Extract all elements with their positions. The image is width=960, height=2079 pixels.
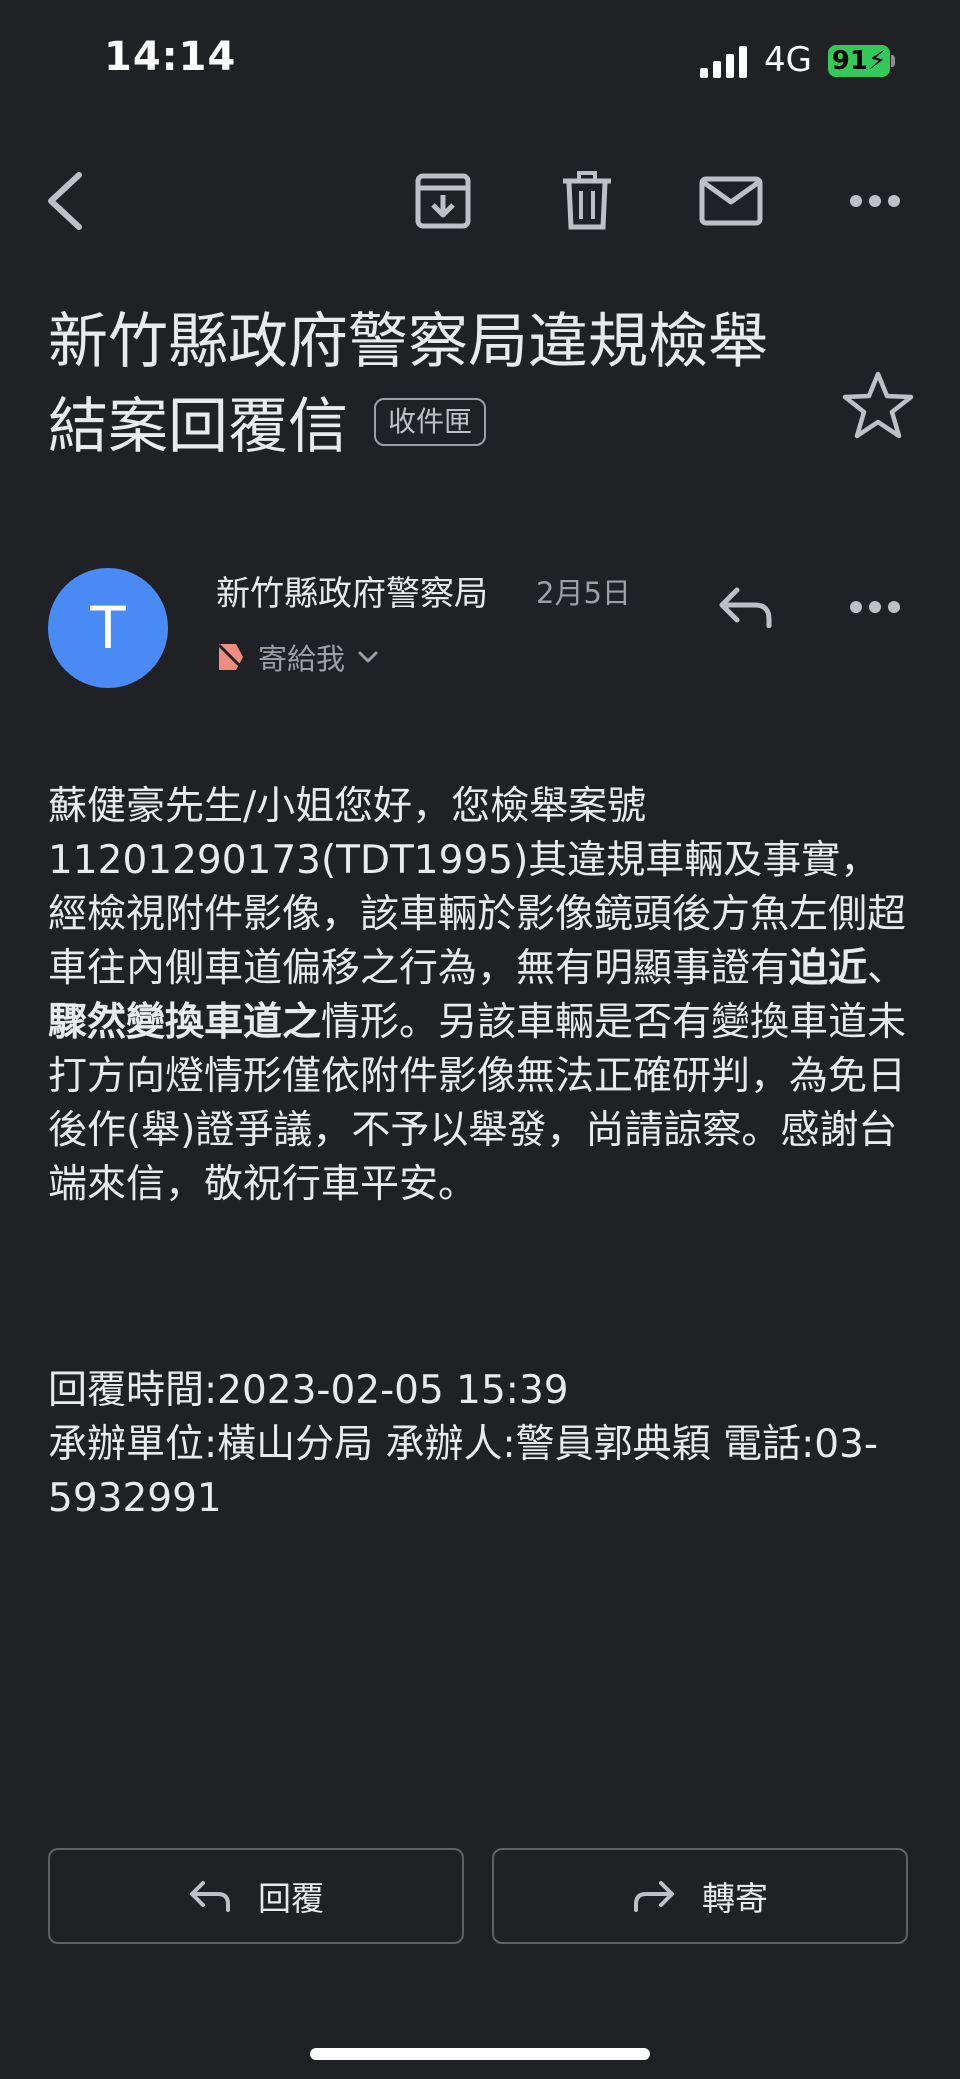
subject-line-1: 新竹縣政府警察局違規檢舉 (48, 307, 768, 377)
star-button[interactable] (840, 368, 916, 444)
home-indicator[interactable] (310, 2048, 650, 2060)
archive-icon (415, 173, 471, 229)
mark-unread-button[interactable] (696, 166, 766, 236)
inbox-label-badge[interactable]: 收件匣 (374, 398, 487, 447)
sender-name[interactable]: 新竹縣政府警察局 (216, 566, 488, 615)
reply-label: 回覆 (258, 1879, 324, 1918)
more-horizontal-icon (850, 195, 900, 207)
reply-icon-button[interactable] (710, 572, 780, 642)
reply-icon (719, 587, 772, 628)
important-tag-icon (217, 643, 245, 671)
status-time: 14:14 (104, 34, 237, 80)
email-date: 2月5日 (536, 576, 631, 610)
email-meta: 回覆時間:2023-02-05 15:39 承辦單位:橫山分局 承辦人:警員郭典… (48, 1364, 916, 1526)
reply-button[interactable]: 回覆 (48, 1848, 464, 1944)
body-text-1: 蘇健豪先生/小姐您好，您檢舉案號11201290173(TDT1995)其違規車… (48, 784, 907, 991)
reply-icon (190, 1881, 230, 1912)
network-type: 4G (764, 40, 812, 80)
delete-button[interactable] (552, 166, 622, 236)
recipient-text: 寄給我 (258, 642, 346, 676)
back-button[interactable] (30, 166, 100, 236)
body-bold-1: 迫近 (789, 946, 868, 991)
reply-time: 回覆時間:2023-02-05 15:39 (48, 1368, 569, 1413)
subject-line-2: 結案回覆信 收件匣 (48, 385, 808, 470)
archive-button[interactable] (408, 166, 478, 236)
trash-icon (563, 171, 611, 230)
body-separator: 、 (867, 946, 907, 991)
handler-info: 承辦單位:橫山分局 承辦人:警員郭典穎 電話:03-5932991 (48, 1422, 878, 1521)
subject-text: 結案回覆信 (48, 392, 348, 462)
more-options-button[interactable] (840, 166, 910, 236)
email-subject: 新竹縣政府警察局違規檢舉 結案回覆信 收件匣 (48, 300, 808, 470)
chevron-down-icon (358, 651, 378, 663)
recipient-row[interactable]: 寄給我 (216, 636, 379, 678)
battery-level: 91 (831, 46, 868, 76)
signal-strength-icon (700, 46, 747, 78)
forward-button[interactable]: 轉寄 (492, 1848, 908, 1944)
message-more-button[interactable] (840, 572, 910, 642)
more-horizontal-icon (850, 601, 900, 613)
email-body: 蘇健豪先生/小姐您好，您檢舉案號11201290173(TDT1995)其違規車… (48, 780, 916, 1212)
sender-avatar[interactable]: T (48, 568, 168, 688)
forward-icon (634, 1881, 674, 1912)
battery-cap (891, 55, 895, 67)
battery-icon: 91⚡ (828, 45, 890, 77)
forward-label: 轉寄 (702, 1879, 768, 1918)
body-bold-2: 驟然變換車道之 (48, 1000, 322, 1045)
chevron-left-icon (48, 172, 82, 230)
mail-icon (699, 176, 763, 226)
star-icon (842, 371, 914, 439)
